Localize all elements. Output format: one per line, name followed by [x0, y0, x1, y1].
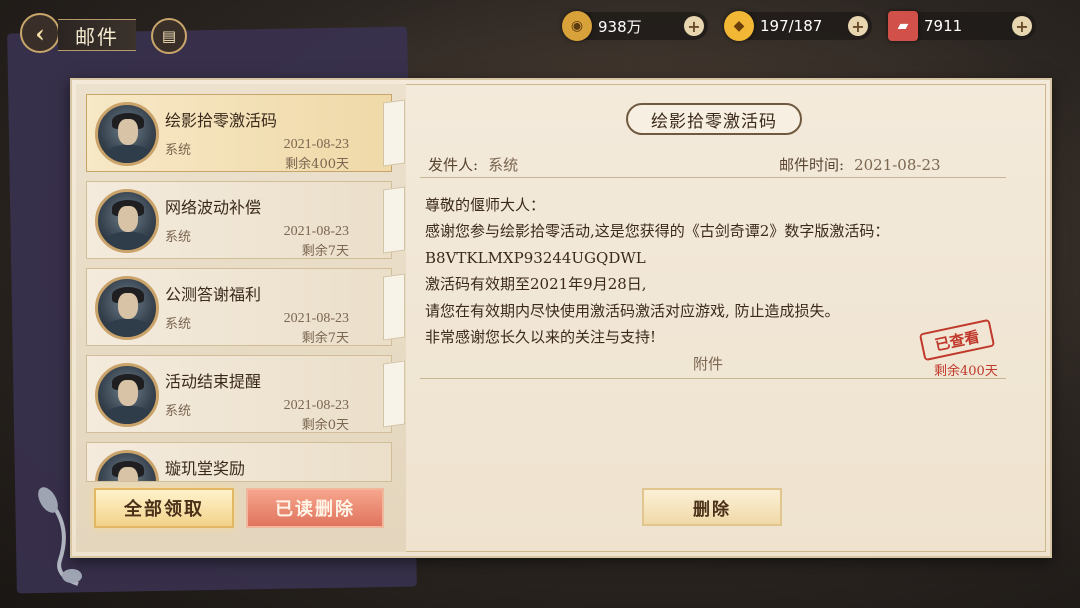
body-line: 请您在有效期内尽快使用激活码激活对应游戏, 防止造成损失。 — [425, 301, 840, 320]
delete-read-button[interactable]: 已读删除 — [246, 488, 384, 528]
add-ticket-button[interactable]: + — [1012, 16, 1032, 36]
mail-date: 2021-08-23 — [283, 311, 349, 326]
body-line: 非常感谢您长久以来的关注与支持! — [425, 328, 657, 347]
add-coin-button[interactable]: + — [684, 16, 704, 36]
stamp-remaining: 剩余400天 — [934, 364, 998, 379]
mail-title: 绘影拾零激活码 — [165, 111, 278, 130]
chat-button[interactable]: ▤ — [151, 18, 187, 54]
add-ingot-button[interactable]: + — [848, 16, 868, 36]
mail-title: 公测答谢福利 — [165, 285, 262, 304]
mail-remaining: 剩余7天 — [301, 331, 349, 346]
activation-code: B8VTKLMXP93244UGQDWL — [425, 248, 646, 267]
mail-date: 2021-08-23 — [283, 137, 349, 152]
claim-all-button[interactable]: 全部领取 — [94, 488, 234, 528]
avatar — [95, 102, 159, 166]
mail-sender: 系统 — [165, 143, 192, 158]
mail-sender: 系统 — [165, 317, 192, 332]
sender-value: 系统 — [488, 156, 519, 174]
page-fold — [383, 99, 405, 167]
mail-title: 璇玑堂奖励 — [165, 459, 246, 478]
avatar — [95, 450, 159, 481]
chat-icon: ▤ — [161, 27, 177, 45]
avatar — [95, 189, 159, 253]
back-arrow-icon: ‹ — [35, 18, 45, 48]
attachment-label: 附件 — [693, 355, 724, 373]
resource-ticket: ▰ 7911 + — [888, 11, 1036, 41]
resource-coin: ◉ 938万 + — [562, 11, 708, 41]
divider — [420, 378, 1006, 379]
mail-title: 网络波动补偿 — [165, 198, 262, 217]
mail-body: 尊敬的偃师大人： 感谢您参与绘影拾零活动,这是您获得的《古剑奇谭2》数字版激活码… — [425, 192, 985, 350]
mail-list-item[interactable]: 绘影拾零激活码 系统 2021-08-23 剩余400天 — [86, 94, 405, 172]
page-fold — [383, 186, 405, 254]
divider — [420, 177, 1006, 178]
mail-sender: 系统 — [165, 230, 192, 245]
ticket-icon: ▰ — [888, 11, 918, 41]
page-fold — [383, 273, 405, 341]
time-value: 2021-08-23 — [854, 156, 941, 174]
time-label: 邮件时间: — [779, 156, 845, 174]
page-title: 邮件 — [58, 19, 136, 51]
body-line: 尊敬的偃师大人： — [425, 196, 546, 214]
ingot-icon: ◆ — [724, 11, 754, 41]
sender-row: 发件人: 系统 — [428, 154, 518, 175]
mail-date: 2021-08-23 — [283, 398, 349, 413]
delete-button[interactable]: 删除 — [642, 488, 782, 526]
body-line: 感谢您参与绘影拾零活动,这是您获得的《古剑奇谭2》数字版激活码： — [425, 222, 890, 241]
avatar — [95, 363, 159, 427]
mail-list-item[interactable]: 璇玑堂奖励 — [86, 442, 392, 482]
avatar — [95, 276, 159, 340]
body-line: 激活码有效期至2021年9月28日, — [425, 275, 647, 294]
mail-list-item[interactable]: 活动结束提醒 系统 2021-08-23 剩余0天 — [86, 355, 405, 433]
ticket-value: 7911 — [924, 17, 963, 35]
mail-remaining: 剩余0天 — [301, 418, 349, 433]
coin-value: 938万 — [598, 17, 642, 36]
mail-list-item[interactable]: 网络波动补偿 系统 2021-08-23 剩余7天 — [86, 181, 405, 259]
mail-detail-title: 绘影拾零激活码 — [626, 103, 802, 135]
coin-icon: ◉ — [562, 11, 592, 41]
mail-date: 2021-08-23 — [283, 224, 349, 239]
mail-remaining: 剩余7天 — [301, 244, 349, 259]
mail-remaining: 剩余400天 — [285, 157, 349, 172]
ingot-value: 197/187 — [760, 17, 823, 35]
mail-title: 活动结束提醒 — [165, 372, 262, 391]
time-row: 邮件时间: 2021-08-23 — [779, 154, 941, 175]
page-fold — [383, 360, 405, 428]
mail-list-item[interactable]: 公测答谢福利 系统 2021-08-23 剩余7天 — [86, 268, 405, 346]
mail-sender: 系统 — [165, 404, 192, 419]
fish-decoration-icon — [38, 487, 82, 586]
back-button[interactable]: ‹ — [20, 13, 60, 53]
resource-ingot: ◆ 197/187 + — [724, 11, 872, 41]
sender-label: 发件人: — [428, 156, 479, 174]
